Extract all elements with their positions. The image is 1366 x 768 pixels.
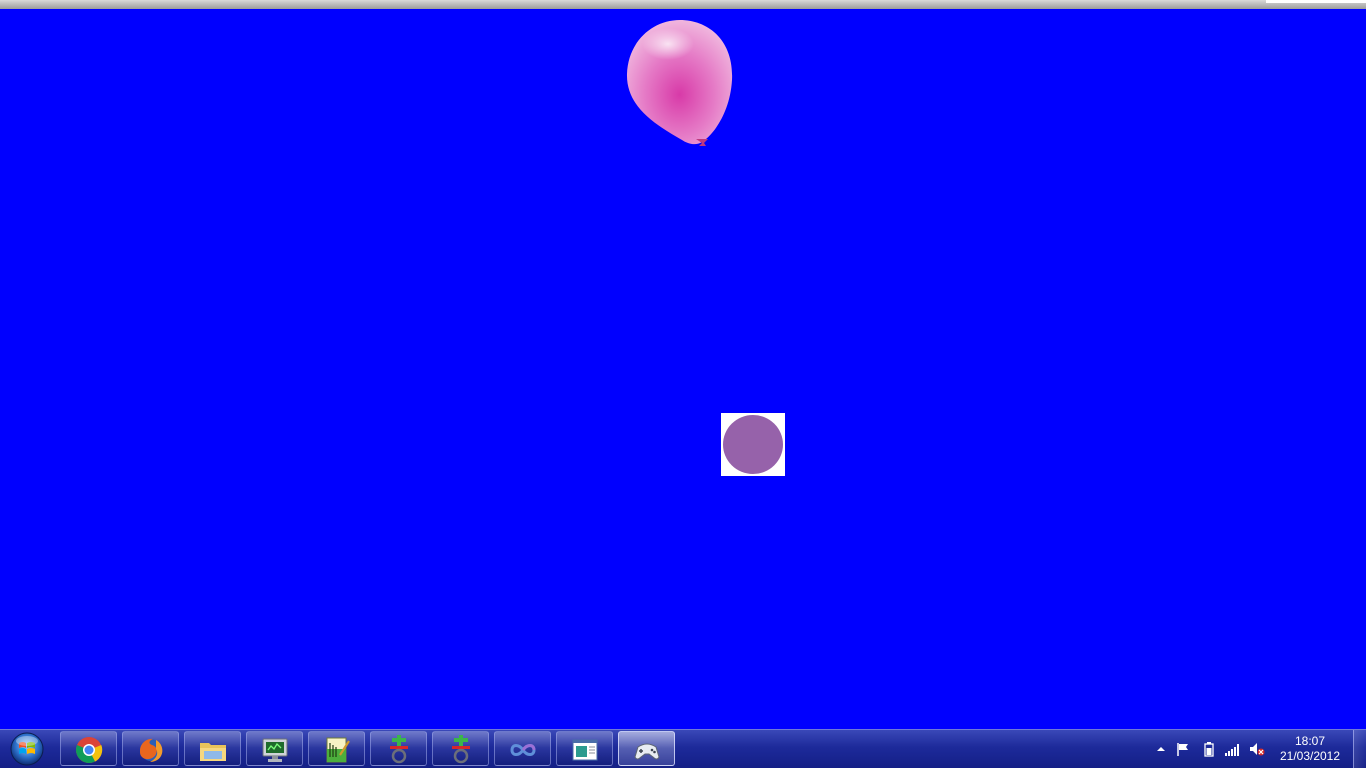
taskbar-button-explorer[interactable] xyxy=(184,731,241,766)
taskbar-button-chrome[interactable] xyxy=(60,731,117,766)
clock-date: 21/03/2012 xyxy=(1279,749,1341,763)
computer-icon xyxy=(262,738,288,762)
desktop-screen: 18:07 21/03/2012 xyxy=(0,0,1366,768)
taskbar-button-infinity[interactable] xyxy=(494,731,551,766)
taskbar-button-game[interactable] xyxy=(618,731,675,766)
folder-icon xyxy=(200,743,226,761)
window-icon xyxy=(572,739,598,761)
window-top-edge xyxy=(0,0,1366,9)
taskbar-button-monitor[interactable] xyxy=(246,731,303,766)
balloon-icon xyxy=(626,20,733,146)
taskbar-button-firefox[interactable] xyxy=(122,731,179,766)
target-tile[interactable] xyxy=(721,413,785,476)
windows-orb-icon xyxy=(10,732,44,766)
taskbar-button-app-2[interactable] xyxy=(432,731,489,766)
battery-icon[interactable] xyxy=(1201,741,1217,757)
gamepad-icon xyxy=(634,743,660,760)
taskbar: 18:07 21/03/2012 xyxy=(0,729,1366,768)
taskbar-button-window[interactable] xyxy=(556,731,613,766)
purple-circle-icon xyxy=(723,415,783,474)
start-button[interactable] xyxy=(5,731,49,767)
flag-icon[interactable] xyxy=(1175,741,1191,757)
system-tray xyxy=(1150,730,1270,768)
notepad-icon xyxy=(326,737,350,763)
show-desktop-button[interactable] xyxy=(1353,730,1366,768)
balloon[interactable] xyxy=(624,18,736,150)
taskbar-button-app-1[interactable] xyxy=(370,731,427,766)
volume-muted-icon[interactable] xyxy=(1249,741,1265,757)
taskbar-button-editor[interactable] xyxy=(308,731,365,766)
plus-button-icon xyxy=(452,735,470,764)
clock-time: 18:07 xyxy=(1294,734,1326,748)
window-top-edge-highlight xyxy=(1266,0,1366,3)
show-hidden-icon[interactable] xyxy=(1153,741,1169,757)
clock[interactable]: 18:07 21/03/2012 xyxy=(1274,734,1346,766)
plus-button-icon xyxy=(390,735,408,764)
infinity-icon xyxy=(510,744,536,756)
signal-icon[interactable] xyxy=(1224,741,1240,757)
firefox-icon xyxy=(140,738,163,762)
chrome-icon xyxy=(76,737,103,763)
